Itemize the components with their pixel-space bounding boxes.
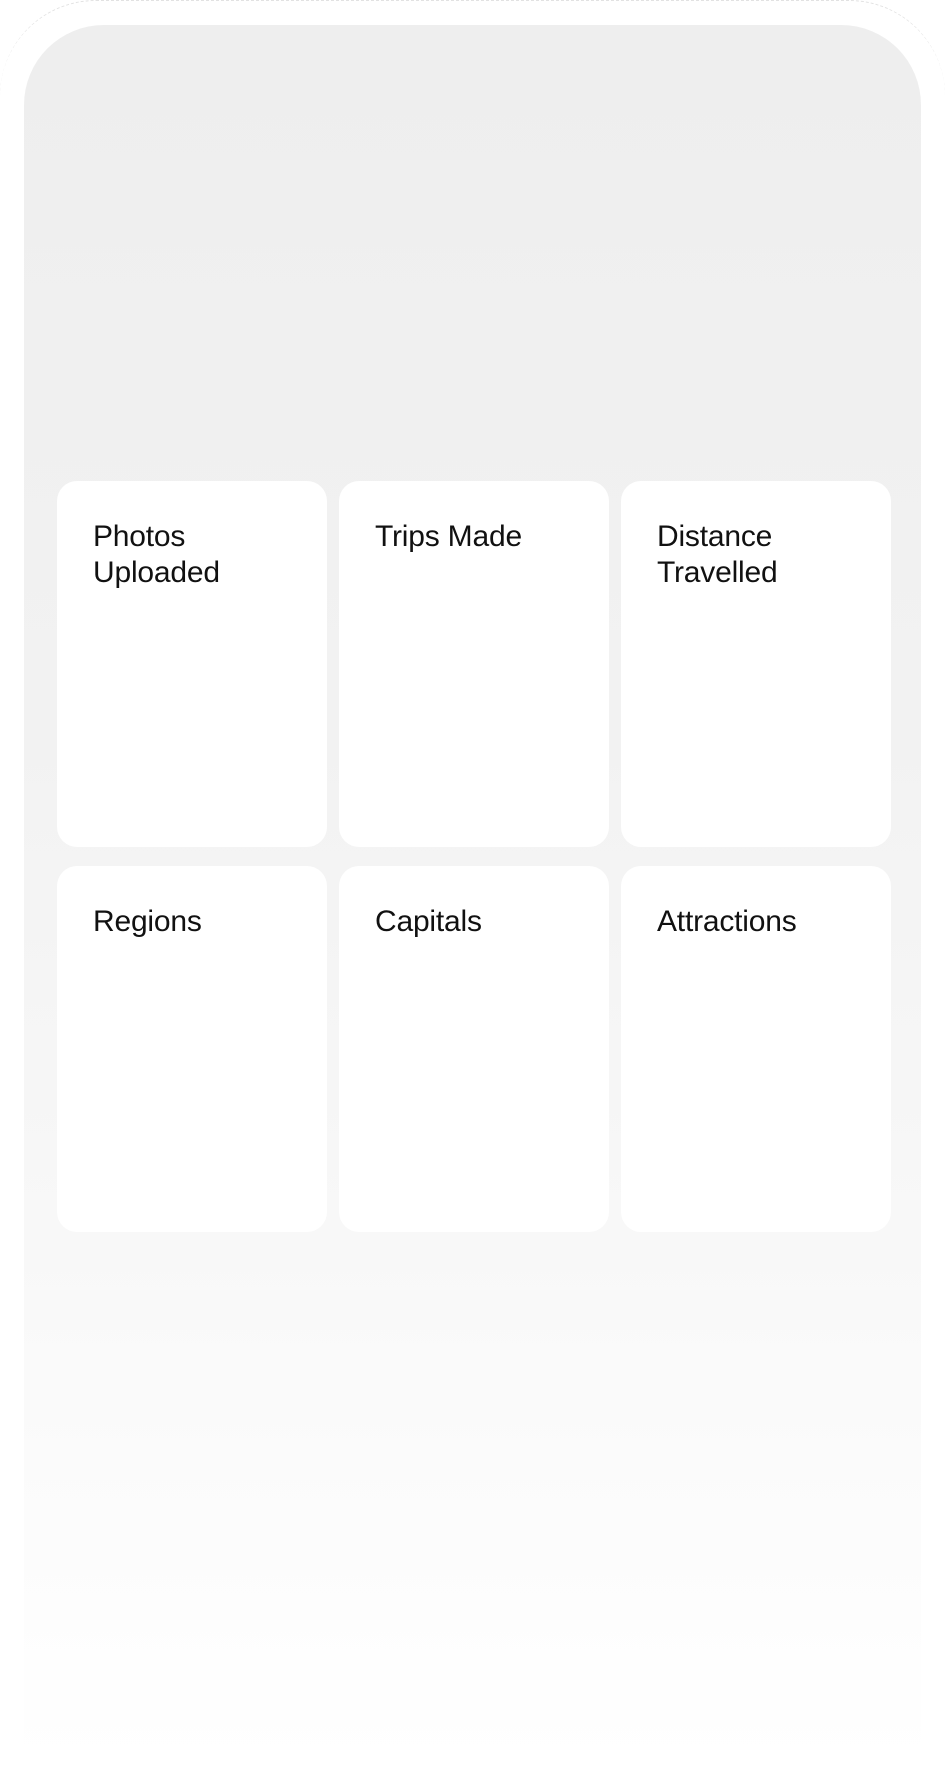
stat-card-trips-made[interactable]: Trips Made: [339, 481, 609, 847]
stat-label: Regions: [93, 904, 291, 940]
stat-card-attractions[interactable]: Attractions: [621, 866, 891, 1232]
stat-label-line: Distance: [657, 520, 773, 553]
stat-card-distance-travelled[interactable]: Distance Travelled: [621, 481, 891, 847]
stat-label: Capitals: [375, 904, 573, 940]
stat-label: Attractions: [657, 904, 855, 940]
stat-label-line: Trips Made: [375, 520, 522, 553]
stats-grid: Photos Uploaded Trips Made Distance Trav…: [57, 481, 891, 1232]
stat-label-line: Uploaded: [93, 556, 220, 589]
stat-label-line: Attractions: [657, 905, 797, 938]
device-frame: Photos Uploaded Trips Made Distance Trav…: [0, 0, 945, 1765]
stat-label: Trips Made: [375, 519, 573, 555]
stat-label-line: Regions: [93, 905, 202, 938]
stat-card-regions[interactable]: Regions: [57, 866, 327, 1232]
stat-card-photos-uploaded[interactable]: Photos Uploaded: [57, 481, 327, 847]
stat-label-line: Capitals: [375, 905, 482, 938]
stat-label: Distance Travelled: [657, 519, 855, 591]
stat-label-line: Photos: [93, 520, 186, 553]
app-screen: Photos Uploaded Trips Made Distance Trav…: [24, 25, 921, 1765]
stat-label-line: Travelled: [657, 556, 778, 589]
stat-card-capitals[interactable]: Capitals: [339, 866, 609, 1232]
stat-label: Photos Uploaded: [93, 519, 291, 591]
